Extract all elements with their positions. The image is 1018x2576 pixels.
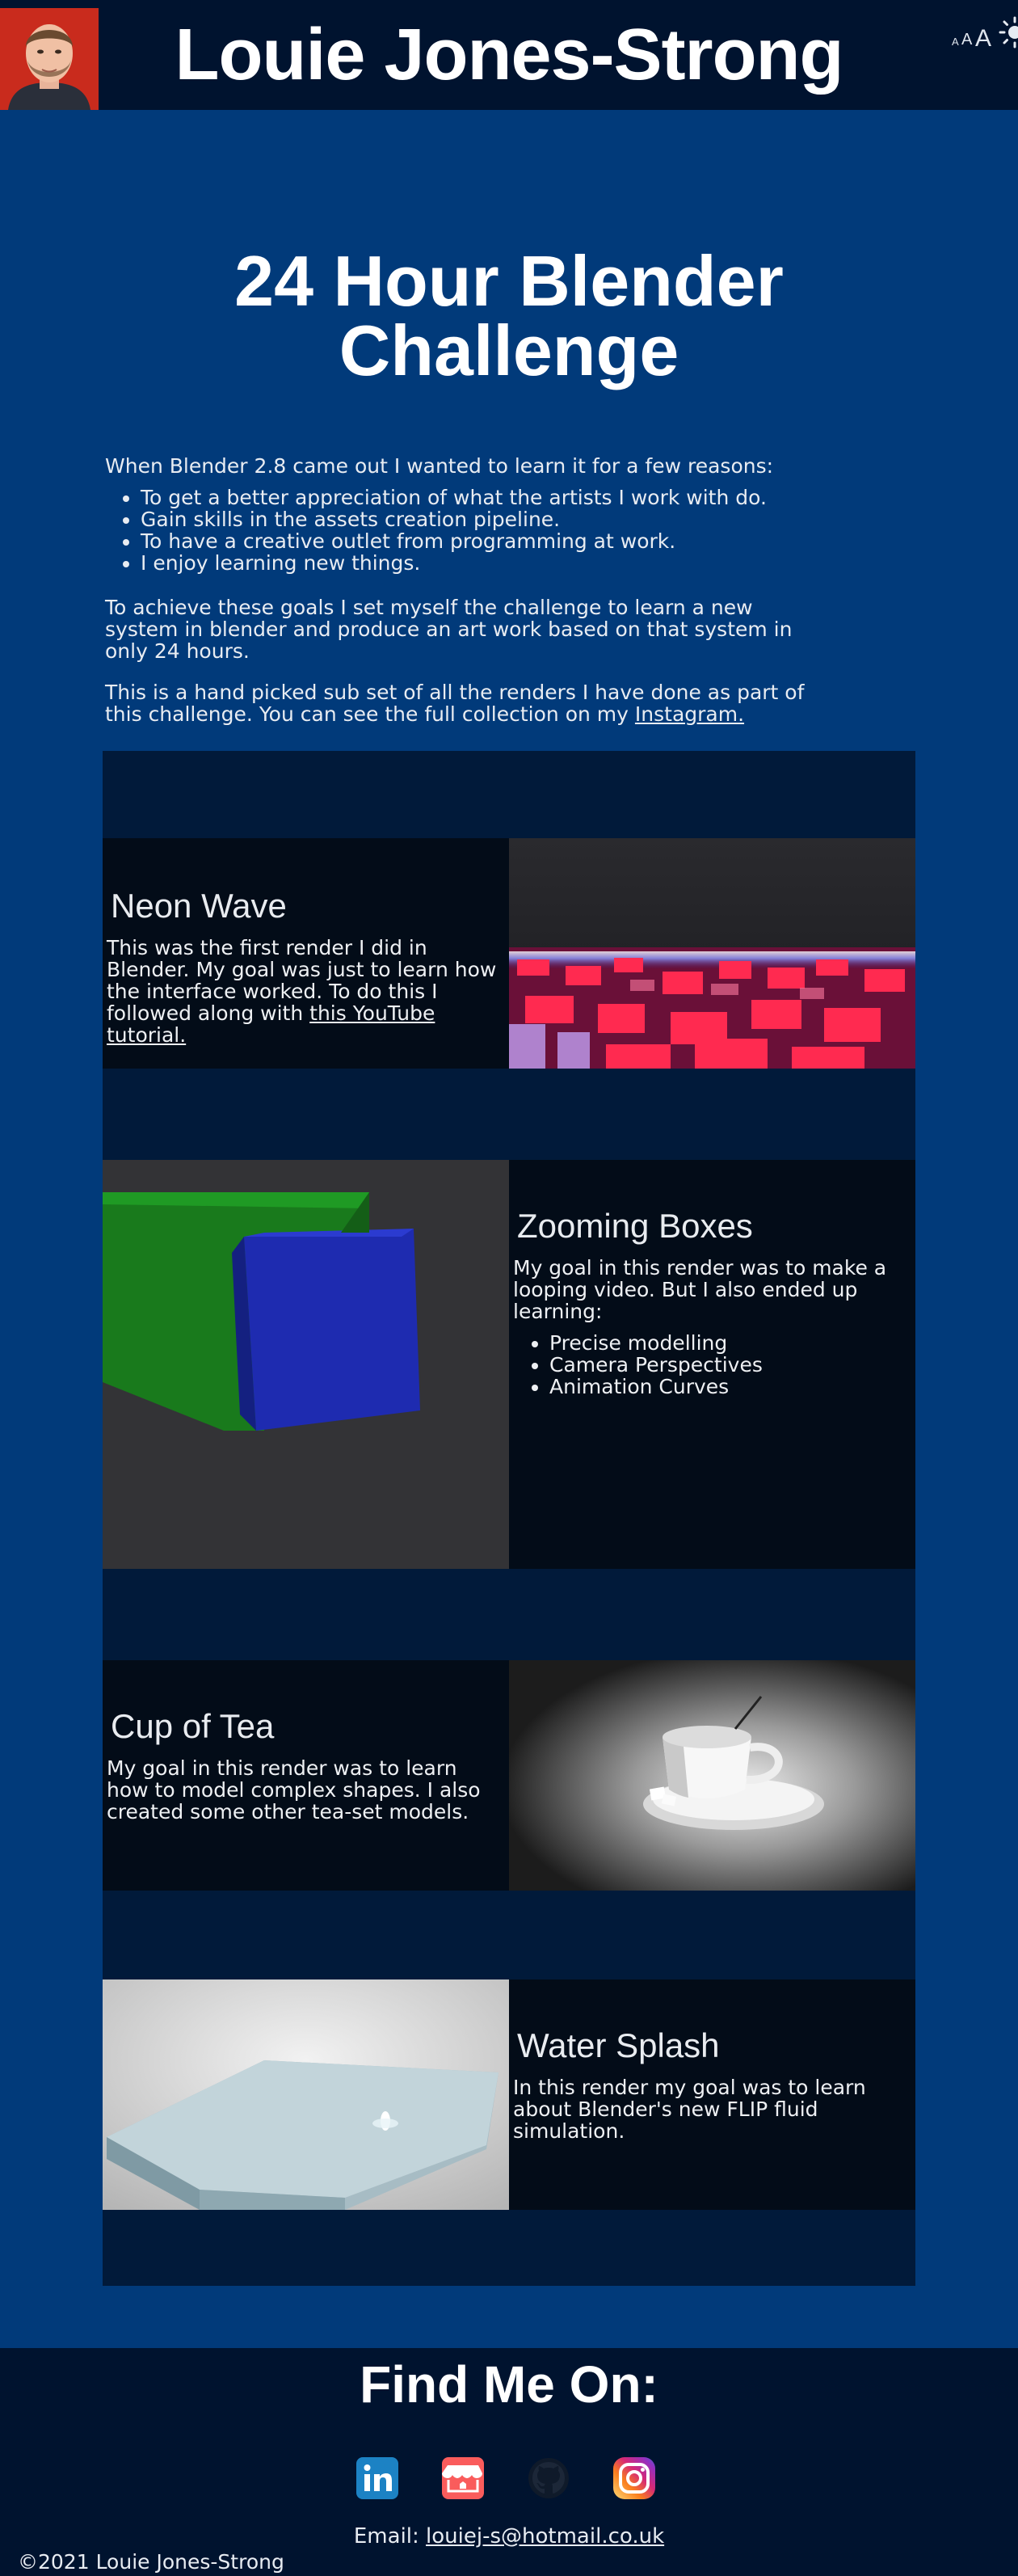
render-text-panel: Water Splash In this render my goal was … bbox=[509, 1979, 915, 2210]
render-gallery: Neon Wave This was the first render I di… bbox=[103, 751, 915, 2286]
site-footer: Find Me On: Email: louiej-s@hotmail.co.u… bbox=[0, 2348, 1018, 2576]
font-size-medium-button[interactable]: A bbox=[961, 31, 972, 49]
list-item: To have a creative outlet from programmi… bbox=[141, 530, 816, 552]
page-title: 24 Hour Blender Challenge bbox=[234, 241, 784, 390]
render-text-panel: Zooming Boxes My goal in this render was… bbox=[509, 1160, 915, 1569]
email-link[interactable]: louiej-s@hotmail.co.uk bbox=[426, 2524, 664, 2549]
site-header: Louie Jones-Strong A A A bbox=[0, 0, 1018, 110]
font-size-small-button[interactable]: A bbox=[952, 36, 959, 48]
instagram-icon[interactable] bbox=[612, 2456, 657, 2501]
render-row-zooming-boxes: Zooming Boxes My goal in this render was… bbox=[103, 1160, 915, 1569]
find-me-title: Find Me On: bbox=[360, 2355, 658, 2414]
render-description: My goal in this render was to learn how … bbox=[107, 1756, 481, 1823]
github-icon[interactable] bbox=[526, 2456, 571, 2501]
intro-section: When Blender 2.8 came out I wanted to le… bbox=[105, 455, 816, 725]
list-item: Camera Perspectives bbox=[549, 1354, 905, 1376]
social-links bbox=[355, 2456, 662, 2504]
instagram-link[interactable]: Instagram. bbox=[635, 702, 744, 726]
list-item: Animation Curves bbox=[549, 1376, 905, 1398]
render-description: In this render my goal was to learn abou… bbox=[513, 2076, 866, 2143]
render-description: My goal in this render was to make a loo… bbox=[513, 1256, 887, 1323]
render-title: Neon Wave bbox=[111, 887, 287, 925]
render-text-panel: Neon Wave This was the first render I di… bbox=[103, 838, 509, 1069]
render-row-neon-wave: Neon Wave This was the first render I di… bbox=[103, 838, 915, 1069]
email-label: Email: bbox=[353, 2524, 427, 2549]
render-row-water-splash: Water Splash In this render my goal was … bbox=[103, 1979, 915, 2210]
email-line: Email: louiej-s@hotmail.co.uk bbox=[0, 2524, 1018, 2549]
accessibility-controls: A A A bbox=[921, 16, 1018, 52]
sun-icon[interactable] bbox=[999, 16, 1018, 48]
site-title: Louie Jones-Strong bbox=[175, 15, 843, 95]
intro-lead: When Blender 2.8 came out I wanted to le… bbox=[105, 454, 774, 478]
render-description: This was the first render I did in Blend… bbox=[107, 937, 498, 1046]
list-item: I enjoy learning new things. bbox=[141, 552, 816, 574]
zooming-boxes-render-image bbox=[103, 1160, 509, 1569]
render-description-text: This was the first render I did in Blend… bbox=[107, 936, 497, 1025]
learning-list: Precise modelling Camera Perspectives An… bbox=[509, 1332, 905, 1398]
render-title: Zooming Boxes bbox=[517, 1207, 753, 1245]
linkedin-icon[interactable] bbox=[355, 2456, 400, 2501]
neon-wave-render-image bbox=[509, 838, 915, 1069]
cup-of-tea-render-image bbox=[509, 1660, 915, 1891]
copyright-text: ©2021 Louie Jones-Strong bbox=[18, 2550, 284, 2574]
render-title: Water Splash bbox=[517, 2026, 720, 2064]
render-row-cup-of-tea: Cup of Tea My goal in this render was to… bbox=[103, 1660, 915, 1891]
itch-io-icon[interactable] bbox=[440, 2456, 486, 2501]
list-item: Gain skills in the assets creation pipel… bbox=[141, 508, 816, 530]
reasons-list: To get a better appreciation of what the… bbox=[105, 487, 816, 574]
intro-collection: This is a hand picked sub set of all the… bbox=[105, 681, 816, 725]
water-splash-render-image bbox=[103, 1979, 509, 2210]
intro-goal: To achieve these goals I set myself the … bbox=[105, 596, 793, 663]
list-item: Precise modelling bbox=[549, 1332, 905, 1354]
render-title: Cup of Tea bbox=[111, 1707, 275, 1745]
render-text-panel: Cup of Tea My goal in this render was to… bbox=[103, 1660, 509, 1891]
list-item: To get a better appreciation of what the… bbox=[141, 487, 816, 508]
font-size-large-button[interactable]: A bbox=[975, 25, 991, 53]
